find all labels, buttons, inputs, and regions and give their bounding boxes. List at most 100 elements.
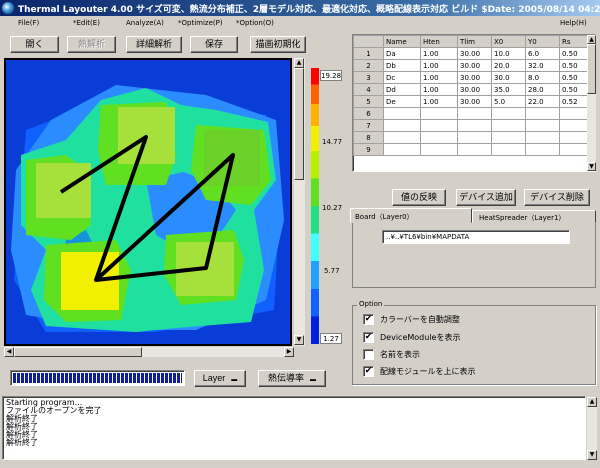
reflect-values-button[interactable]: 値の反映: [392, 189, 446, 206]
scroll-thumb[interactable]: [587, 44, 596, 94]
table-cell[interactable]: [491, 131, 526, 144]
scroll-thumb[interactable]: [294, 68, 304, 180]
column-header[interactable]: Y0: [525, 35, 560, 48]
table-cell[interactable]: 0.50: [559, 59, 590, 72]
table-cell[interactable]: [457, 119, 492, 132]
table-cell[interactable]: 6.0: [525, 47, 560, 60]
table-cell[interactable]: Da: [383, 47, 421, 60]
table-cell[interactable]: 1.00: [420, 95, 458, 108]
scroll-up-arrow[interactable]: ▲: [587, 397, 597, 407]
table-cell[interactable]: 30.00: [457, 47, 492, 60]
table-row[interactable]: 1 Da 1.00 30.00 10.0 6.0 0.50: [353, 47, 590, 60]
table-cell[interactable]: 0.50: [559, 83, 590, 96]
table-cell[interactable]: 30.0: [491, 71, 526, 84]
table-cell[interactable]: [383, 107, 421, 120]
log-output[interactable]: Starting program... ファイルのオープンを完了 解析終了 解析終了解…: [2, 396, 586, 460]
table-cell[interactable]: 20.0: [491, 59, 526, 72]
menu-edit[interactable]: *Edit(E): [73, 19, 100, 27]
scroll-down-arrow[interactable]: ▼: [587, 450, 597, 460]
table-cell[interactable]: 1.00: [420, 83, 458, 96]
table-cell[interactable]: 30.00: [457, 59, 492, 72]
add-device-button[interactable]: デバイス追加: [456, 189, 516, 206]
table-row[interactable]: 8: [353, 131, 590, 144]
column-header[interactable]: Tlim: [457, 35, 492, 48]
table-cell[interactable]: 30.00: [457, 95, 492, 108]
table-cell[interactable]: 0.50: [559, 71, 590, 84]
table-row[interactable]: 6: [353, 107, 590, 120]
table-cell[interactable]: [525, 143, 560, 156]
scroll-thumb-horizontal[interactable]: [14, 347, 142, 357]
menu-help[interactable]: Help(H): [560, 19, 587, 27]
table-cell[interactable]: [491, 107, 526, 120]
option-auto-colorbar[interactable]: ✔ カラーバーを自動調整: [363, 314, 460, 325]
delete-device-button[interactable]: デバイス削除: [524, 189, 590, 206]
table-cell[interactable]: [457, 143, 492, 156]
table-cell[interactable]: [559, 143, 590, 156]
table-cell[interactable]: [457, 131, 492, 144]
table-cell[interactable]: [420, 143, 458, 156]
table-cell[interactable]: [559, 131, 590, 144]
device-table[interactable]: Name Hten Tlim X0 Y0 Rs 1 Da 1.00 30.00 10.0…: [353, 35, 590, 156]
table-row[interactable]: 3 Dc 1.00 30.00 30.0 8.0 0.50: [353, 71, 590, 84]
table-cell[interactable]: [420, 107, 458, 120]
table-cell[interactable]: 32.0: [525, 59, 560, 72]
checkbox-auto-colorbar[interactable]: ✔: [363, 314, 374, 325]
table-cell[interactable]: 1.00: [420, 59, 458, 72]
checkbox-show-names[interactable]: [363, 349, 374, 360]
option-show-device-module[interactable]: ✔ DeviceModuleを表示: [363, 332, 460, 343]
log-vertical-scrollbar[interactable]: ▲ ▼: [587, 397, 597, 460]
layer-dropdown[interactable]: Layer ▬: [194, 370, 246, 387]
table-cell[interactable]: [525, 119, 560, 132]
table-cell[interactable]: 1.00: [420, 47, 458, 60]
table-cell[interactable]: [383, 131, 421, 144]
menu-option[interactable]: *Option(O): [236, 19, 274, 27]
table-cell[interactable]: Db: [383, 59, 421, 72]
menu-file[interactable]: File(F): [18, 19, 39, 27]
table-cell[interactable]: Dc: [383, 71, 421, 84]
table-cell[interactable]: 0.50: [559, 47, 590, 60]
table-row[interactable]: 9: [353, 143, 590, 156]
table-cell[interactable]: [525, 131, 560, 144]
scroll-up-arrow[interactable]: ▲: [587, 35, 596, 44]
table-cell[interactable]: [491, 143, 526, 156]
table-row[interactable]: 7: [353, 119, 590, 132]
column-header[interactable]: X0: [491, 35, 526, 48]
scroll-down-arrow[interactable]: ▼: [587, 162, 596, 171]
table-vertical-scrollbar[interactable]: ▲ ▼: [587, 35, 596, 171]
table-row[interactable]: 5 De 1.00 30.00 5.0 22.0 0.52: [353, 95, 590, 108]
thermal-map-canvas[interactable]: [4, 58, 292, 346]
table-row[interactable]: 4 Dd 1.00 30.00 35.0 28.0 0.50: [353, 83, 590, 96]
table-cell[interactable]: [559, 119, 590, 132]
table-cell[interactable]: [491, 119, 526, 132]
scroll-up-arrow[interactable]: ▲: [294, 58, 304, 68]
thermal-analysis-button[interactable]: 熱解析: [67, 36, 116, 53]
table-cell[interactable]: 30.00: [457, 71, 492, 84]
option-show-names[interactable]: 名前を表示: [363, 349, 420, 360]
tab-heatspreader[interactable]: HeatSpreader（Layer1）: [472, 210, 596, 223]
table-cell[interactable]: [525, 107, 560, 120]
table-cell[interactable]: 5.0: [491, 95, 526, 108]
table-cell[interactable]: 1.00: [420, 71, 458, 84]
map-horizontal-scrollbar[interactable]: ◀ ▶: [4, 347, 294, 357]
draw-init-button[interactable]: 描画初期化: [250, 36, 306, 53]
tab-board[interactable]: Board（Layer0）: [350, 208, 472, 223]
map-vertical-scrollbar[interactable]: ▲ ▼: [294, 58, 305, 346]
table-cell[interactable]: 35.0: [491, 83, 526, 96]
table-cell[interactable]: [420, 131, 458, 144]
thermal-conductivity-dropdown[interactable]: 熱伝導率 ▬: [258, 370, 326, 387]
table-cell[interactable]: Dd: [383, 83, 421, 96]
checkbox-show-device-module[interactable]: ✔: [363, 332, 374, 343]
scroll-left-arrow[interactable]: ◀: [4, 347, 14, 357]
table-cell[interactable]: 30.00: [457, 83, 492, 96]
save-button[interactable]: 保存: [190, 36, 238, 53]
table-cell[interactable]: [420, 119, 458, 132]
table-cell[interactable]: 10.0: [491, 47, 526, 60]
table-cell[interactable]: [559, 107, 590, 120]
detail-analysis-button[interactable]: 詳細解析: [126, 36, 182, 53]
table-cell[interactable]: De: [383, 95, 421, 108]
scroll-down-arrow[interactable]: ▼: [294, 335, 304, 345]
table-cell[interactable]: 28.0: [525, 83, 560, 96]
checkbox-wiring-on-top[interactable]: ✔: [363, 366, 374, 377]
menu-optimize[interactable]: *Optimize(P): [178, 19, 223, 27]
table-cell[interactable]: [383, 119, 421, 132]
